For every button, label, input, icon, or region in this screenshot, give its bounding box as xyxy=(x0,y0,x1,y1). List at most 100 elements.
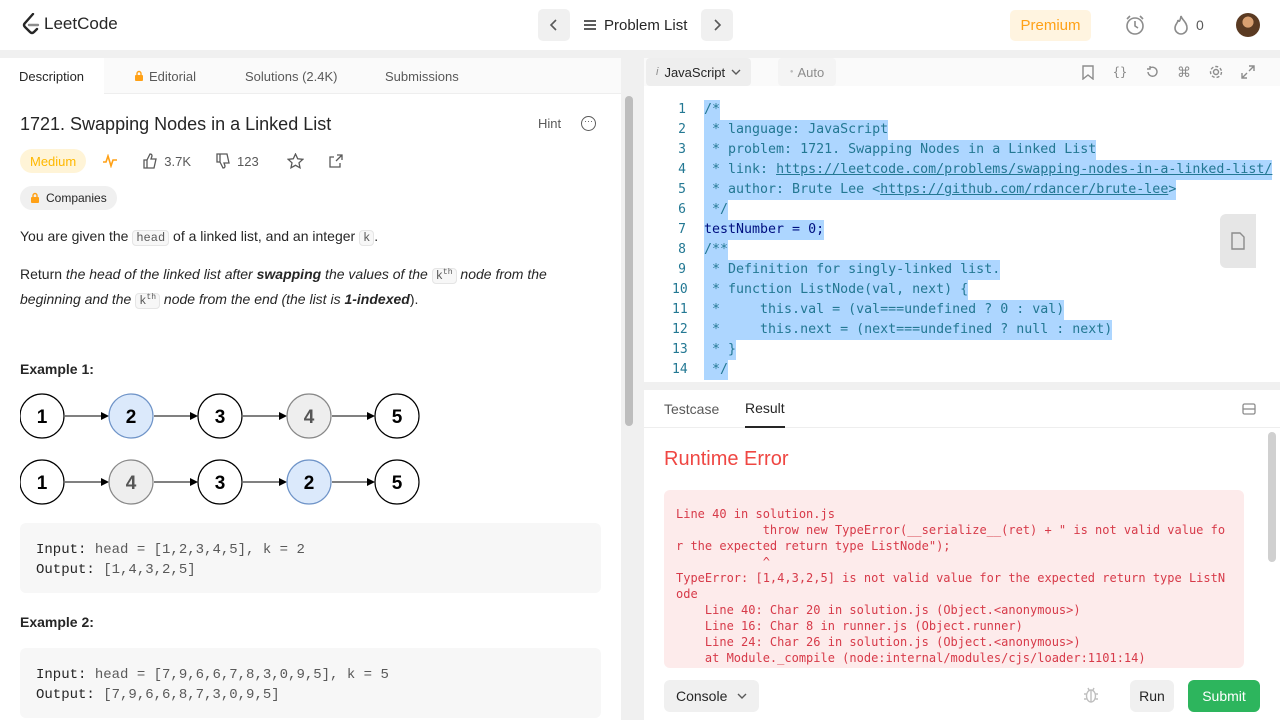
description-scrollbar[interactable] xyxy=(625,96,633,426)
code-text: * link: https://leetcode.com/problems/sw… xyxy=(704,160,1273,180)
console-label: Console xyxy=(676,688,728,704)
line-number: 8 xyxy=(678,242,686,257)
fullscreen-icon[interactable] xyxy=(1240,64,1256,80)
chevron-down-icon xyxy=(737,693,747,699)
error-line: at Module._compile (node:internal/module… xyxy=(676,651,1146,665)
share-icon[interactable] xyxy=(328,153,344,169)
format-braces-icon[interactable]: {} xyxy=(1112,64,1128,80)
inline-code-k: k xyxy=(359,230,375,246)
list-node-value: 4 xyxy=(126,473,137,494)
fire-icon xyxy=(1174,15,1188,35)
streak-counter[interactable]: 0 xyxy=(1172,14,1204,36)
list-icon xyxy=(584,20,596,30)
code-text: * this.next = (next===undefined ? null :… xyxy=(704,320,1113,340)
code-text: * Definition for singly-linked list. xyxy=(704,260,1001,280)
error-line: ^ xyxy=(676,555,770,569)
auto-button[interactable]: ● Auto xyxy=(778,58,836,86)
likes-count: 3.7K xyxy=(164,153,191,169)
problem-list-button[interactable]: Problem List xyxy=(570,17,701,34)
input-label: Input: xyxy=(36,542,87,558)
problem-meta-row: Medium 3.7K 123 xyxy=(20,149,344,173)
list-node-value: 1 xyxy=(37,407,48,428)
tab-testcase[interactable]: Testcase xyxy=(664,390,719,428)
statement-italic: node from the end (the list is xyxy=(160,291,345,307)
statement-text: You are given the xyxy=(20,228,133,244)
example-input: head = [1,2,3,4,5], k = 2 xyxy=(86,542,305,558)
streak-count: 0 xyxy=(1196,17,1204,33)
lock-icon xyxy=(135,70,143,81)
problem-statement-1: You are given the head of a linked list,… xyxy=(20,226,600,249)
favorite-star-icon[interactable] xyxy=(286,153,304,169)
run-button[interactable]: Run xyxy=(1130,680,1174,712)
linked-list-diagram: 1 2 3 4 5 1 4 3 2 5 xyxy=(20,393,420,505)
line-number: 3 xyxy=(678,142,686,157)
tab-description[interactable]: Description xyxy=(0,58,104,94)
command-icon[interactable]: ⌘ xyxy=(1176,64,1192,80)
code-text: testNumber = 0; xyxy=(704,220,825,240)
dislike-button[interactable]: 123 xyxy=(215,153,259,169)
line-number: 4 xyxy=(678,162,686,177)
code-text: /* xyxy=(704,100,721,120)
language-select[interactable]: i JavaScript xyxy=(646,58,752,86)
companies-tag[interactable]: Companies xyxy=(20,186,117,210)
reset-icon[interactable] xyxy=(1144,64,1160,80)
hint-button[interactable]: Hint xyxy=(538,116,561,131)
top-navbar: LeetCode Problem List Premium 0 xyxy=(0,0,1280,50)
line-number: 6 xyxy=(678,202,686,217)
user-avatar[interactable] xyxy=(1236,13,1260,37)
tab-submissions-label: Submissions xyxy=(385,68,459,84)
leetcode-logo[interactable]: LeetCode xyxy=(22,13,118,35)
line-number: 2 xyxy=(678,122,686,137)
kth-sup: th xyxy=(146,293,157,302)
line-number: 10 xyxy=(672,282,688,297)
input-label: Input: xyxy=(36,667,87,683)
tab-submissions[interactable]: Submissions xyxy=(385,58,459,94)
kth-base: k xyxy=(435,269,443,283)
panel-layout-icon[interactable] xyxy=(1242,402,1256,418)
tab-result[interactable]: Result xyxy=(745,390,785,428)
code-link[interactable]: https://leetcode.com/problems/swapping-n… xyxy=(776,162,1272,177)
error-output: Line 40 in solution.js throw new TypeErr… xyxy=(664,490,1244,668)
next-problem-button[interactable] xyxy=(701,9,734,41)
bookmark-icon[interactable] xyxy=(1080,64,1096,80)
result-scrollbar[interactable] xyxy=(1268,432,1276,562)
logo-text: LeetCode xyxy=(44,14,118,33)
list-node-value: 3 xyxy=(215,473,226,494)
settings-gear-icon[interactable] xyxy=(1208,64,1224,80)
tab-editorial-label: Editorial xyxy=(149,68,196,84)
lock-icon xyxy=(31,192,39,203)
error-line: Line 40 in solution.js xyxy=(676,507,835,521)
alarm-clock-icon[interactable] xyxy=(1124,14,1146,41)
console-button[interactable]: Console xyxy=(664,680,760,712)
statement-italic: the head of the linked list after xyxy=(65,266,257,282)
debug-bug-icon[interactable] xyxy=(1082,686,1100,709)
submit-button[interactable]: Submit xyxy=(1188,680,1260,712)
tab-solutions[interactable]: Solutions (2.4K) xyxy=(245,58,338,94)
line-number: 13 xyxy=(672,342,688,357)
notes-file-icon[interactable] xyxy=(1220,214,1256,268)
like-button[interactable]: 3.7K xyxy=(142,153,191,169)
code-text: * author: Brute Lee <https://github.com/… xyxy=(704,180,1177,200)
code-text: * } xyxy=(704,340,737,360)
list-node-value: 1 xyxy=(37,473,48,494)
error-line: TypeError: [1,4,3,2,5] is not valid valu… xyxy=(676,571,1226,601)
premium-button[interactable]: Premium xyxy=(1010,10,1091,41)
description-tabs: Description Editorial Solutions (2.4K) S… xyxy=(0,58,621,94)
problem-title[interactable]: 1721. Swapping Nodes in a Linked List xyxy=(20,114,331,135)
line-number: 11 xyxy=(672,302,688,317)
code-editor: i JavaScript ● Auto {} ⌘ 1 /* 2 * language… xyxy=(644,58,1280,382)
example-1-title: Example 1: xyxy=(20,361,94,377)
list-node-value: 5 xyxy=(392,407,403,428)
line-number: 5 xyxy=(678,182,686,197)
language-label: JavaScript xyxy=(664,64,726,80)
code-link[interactable]: https://github.com/rdancer/brute-lee xyxy=(880,182,1168,197)
code-text: * language: JavaScript xyxy=(704,120,889,140)
error-line: Line 24: Char 26 in solution.js (Object.… xyxy=(676,635,1081,649)
prev-problem-button[interactable] xyxy=(538,9,570,41)
tab-editorial[interactable]: Editorial xyxy=(134,58,196,94)
example-output: [1,4,3,2,5] xyxy=(94,562,196,578)
panel-splitter[interactable] xyxy=(644,382,1280,390)
activity-icon[interactable] xyxy=(102,154,118,168)
more-options-icon[interactable]: ··· xyxy=(581,116,596,131)
code-lines[interactable]: 1 /* 2 * language: JavaScript 3 * problem: … xyxy=(644,100,1280,382)
